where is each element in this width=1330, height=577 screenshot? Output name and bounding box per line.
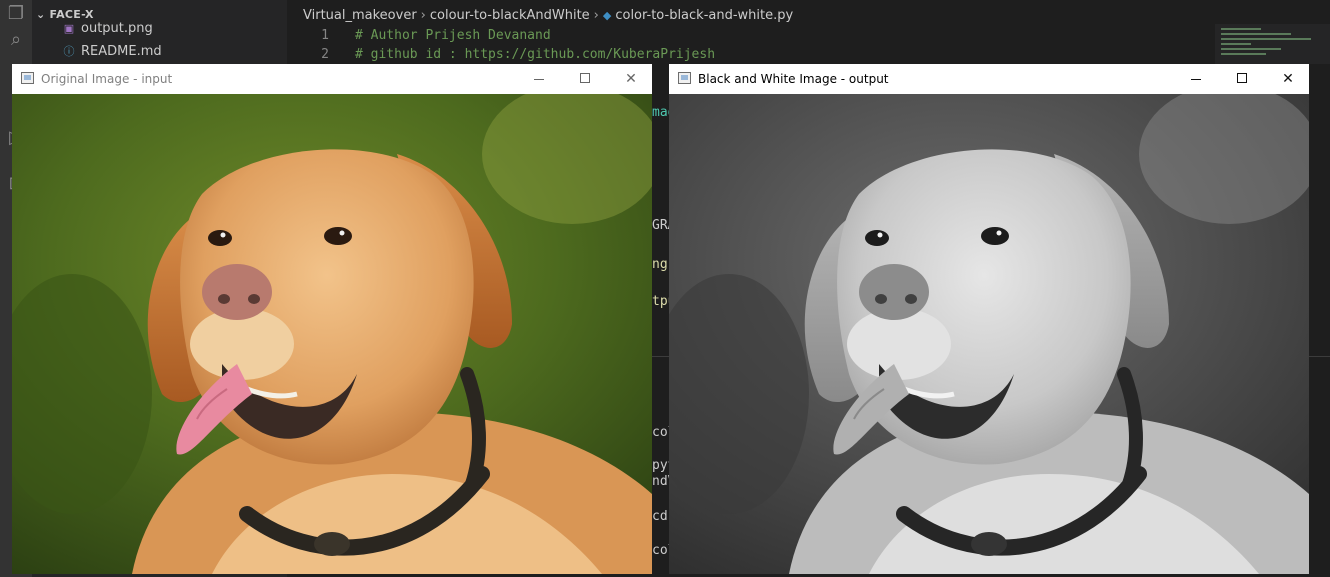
close-button[interactable]: ✕ bbox=[1273, 68, 1303, 90]
close-button[interactable]: ✕ bbox=[616, 68, 646, 90]
info-icon: ⓘ bbox=[63, 45, 75, 58]
code-comment: # Author Prijesh Devanand bbox=[355, 28, 551, 43]
file-item-label: README.md bbox=[81, 44, 162, 59]
maximize-icon bbox=[580, 72, 590, 83]
image-canvas bbox=[12, 94, 652, 574]
minimize-button[interactable] bbox=[524, 68, 554, 90]
window-title: Original Image - input bbox=[41, 72, 173, 86]
code-line[interactable]: 1 # Author Prijesh Devanand bbox=[287, 28, 551, 43]
minimize-icon bbox=[534, 78, 544, 80]
breadcrumb-item[interactable]: Virtual_makeover bbox=[303, 8, 417, 23]
explorer-root-label: FACE-X bbox=[49, 8, 94, 21]
maximize-button[interactable] bbox=[570, 68, 600, 90]
close-icon: ✕ bbox=[625, 71, 637, 87]
window-titlebar[interactable]: Black and White Image - output ✕ bbox=[669, 64, 1309, 94]
breadcrumb: Virtual_makeover › colour-to-blackAndWhite… bbox=[303, 8, 793, 23]
explorer-root[interactable]: ⌄ FACE-X bbox=[36, 8, 94, 21]
dog-photo-color bbox=[12, 94, 652, 574]
files-icon[interactable]: ❐ bbox=[4, 2, 28, 26]
file-item-readme[interactable]: ⓘ README.md bbox=[62, 43, 162, 59]
chevron-down-icon: ⌄ bbox=[36, 8, 46, 21]
python-file-icon: ◆ bbox=[602, 9, 612, 22]
image-file-icon: ▣ bbox=[63, 22, 75, 35]
window-title: Black and White Image - output bbox=[698, 72, 889, 86]
desktop: ❐ ⌕ ⑂ ▷ ⊞ ⌄FACE-X ▣output.png ⓘREADME.md… bbox=[0, 0, 1330, 577]
minimap[interactable] bbox=[1215, 24, 1330, 64]
window-titlebar[interactable]: Original Image - input ✕ bbox=[12, 64, 652, 94]
code-comment: # github id : https://github.com/KuberaP… bbox=[355, 47, 716, 62]
minimize-button[interactable] bbox=[1181, 68, 1211, 90]
file-item-label: output.png bbox=[81, 21, 153, 36]
line-number: 2 bbox=[321, 47, 329, 62]
window-app-icon bbox=[21, 72, 34, 84]
chevron-right-icon: › bbox=[420, 8, 426, 23]
file-item-output-png[interactable]: ▣ output.png bbox=[62, 21, 153, 36]
window-app-icon bbox=[678, 72, 691, 84]
breadcrumb-item[interactable]: colour-to-blackAndWhite bbox=[430, 8, 590, 23]
maximize-button[interactable] bbox=[1227, 68, 1257, 90]
breadcrumb-item[interactable]: color-to-black-and-white.py bbox=[615, 8, 793, 23]
close-icon: ✕ bbox=[1282, 71, 1294, 87]
line-number: 1 bbox=[321, 28, 329, 43]
chevron-right-icon: › bbox=[593, 8, 599, 23]
minimize-icon bbox=[1191, 78, 1201, 80]
maximize-icon bbox=[1237, 72, 1247, 83]
dog-photo-grayscale bbox=[669, 94, 1309, 574]
terminal-fragment: cd bbox=[652, 509, 668, 524]
original-image-window[interactable]: Original Image - input ✕ bbox=[12, 64, 652, 574]
search-icon[interactable]: ⌕ bbox=[4, 28, 28, 52]
image-canvas bbox=[669, 94, 1309, 574]
bw-image-window[interactable]: Black and White Image - output ✕ bbox=[669, 64, 1309, 574]
code-line[interactable]: 2 # github id : https://github.com/Kubera… bbox=[287, 47, 715, 62]
